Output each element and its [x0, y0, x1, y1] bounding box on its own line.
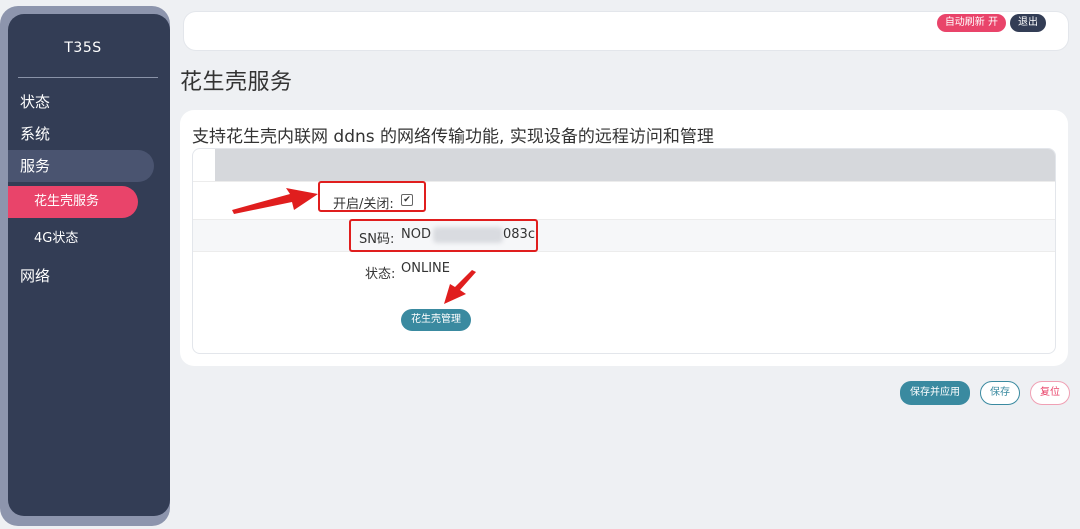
sn-value-suffix: 083c: [503, 227, 535, 242]
reset-button[interactable]: 复位: [1030, 381, 1070, 405]
section-description: 支持花生壳内联网 ddns 的网络传输功能, 实现设备的远程访问和管理: [192, 127, 714, 147]
page-title: 花生壳服务: [180, 70, 293, 95]
logout-button[interactable]: 退出: [1010, 14, 1046, 32]
row-background: [193, 219, 1055, 251]
sidebar-subitem-oray-service[interactable]: 花生壳服务: [8, 186, 138, 218]
sn-redacted-mask: [433, 227, 503, 243]
settings-panel: 开启/关闭: ✔ SN码: NOD 083c 状态: ONLINE 花生壳管理: [192, 148, 1056, 354]
row-divider: [193, 251, 1055, 252]
top-bar: 自动刷新 开 退出: [184, 12, 1068, 50]
status-value: ONLINE: [401, 261, 450, 276]
brand-title: T35S: [64, 40, 102, 56]
sidebar-item-system[interactable]: 系统: [8, 118, 50, 150]
row-divider: [193, 181, 1055, 182]
enable-label: 开启/关闭:: [333, 197, 394, 212]
sidebar: T35S 状态 系统 服务 花生壳服务 4G状态 网络: [8, 14, 170, 516]
oray-manage-button[interactable]: 花生壳管理: [401, 309, 471, 331]
auto-refresh-toggle[interactable]: 自动刷新 开: [936, 14, 1006, 32]
sidebar-item-services[interactable]: 服务: [8, 150, 154, 182]
brand-divider: [18, 77, 158, 78]
status-label: 状态:: [365, 267, 396, 282]
save-button[interactable]: 保存: [980, 381, 1020, 405]
row-divider: [193, 219, 1055, 220]
enable-checkbox[interactable]: ✔: [401, 194, 413, 206]
service-card: 支持花生壳内联网 ddns 的网络传输功能, 实现设备的远程访问和管理 开启/关…: [180, 110, 1068, 366]
sn-value-prefix: NOD: [401, 227, 431, 242]
sn-label: SN码:: [359, 232, 395, 247]
sidebar-subitem-4g-status[interactable]: 4G状态: [34, 223, 78, 255]
sidebar-item-network[interactable]: 网络: [8, 260, 50, 292]
sidebar-item-status[interactable]: 状态: [8, 86, 50, 118]
panel-header-bar: [215, 149, 1055, 181]
save-apply-button[interactable]: 保存并应用: [900, 381, 970, 405]
